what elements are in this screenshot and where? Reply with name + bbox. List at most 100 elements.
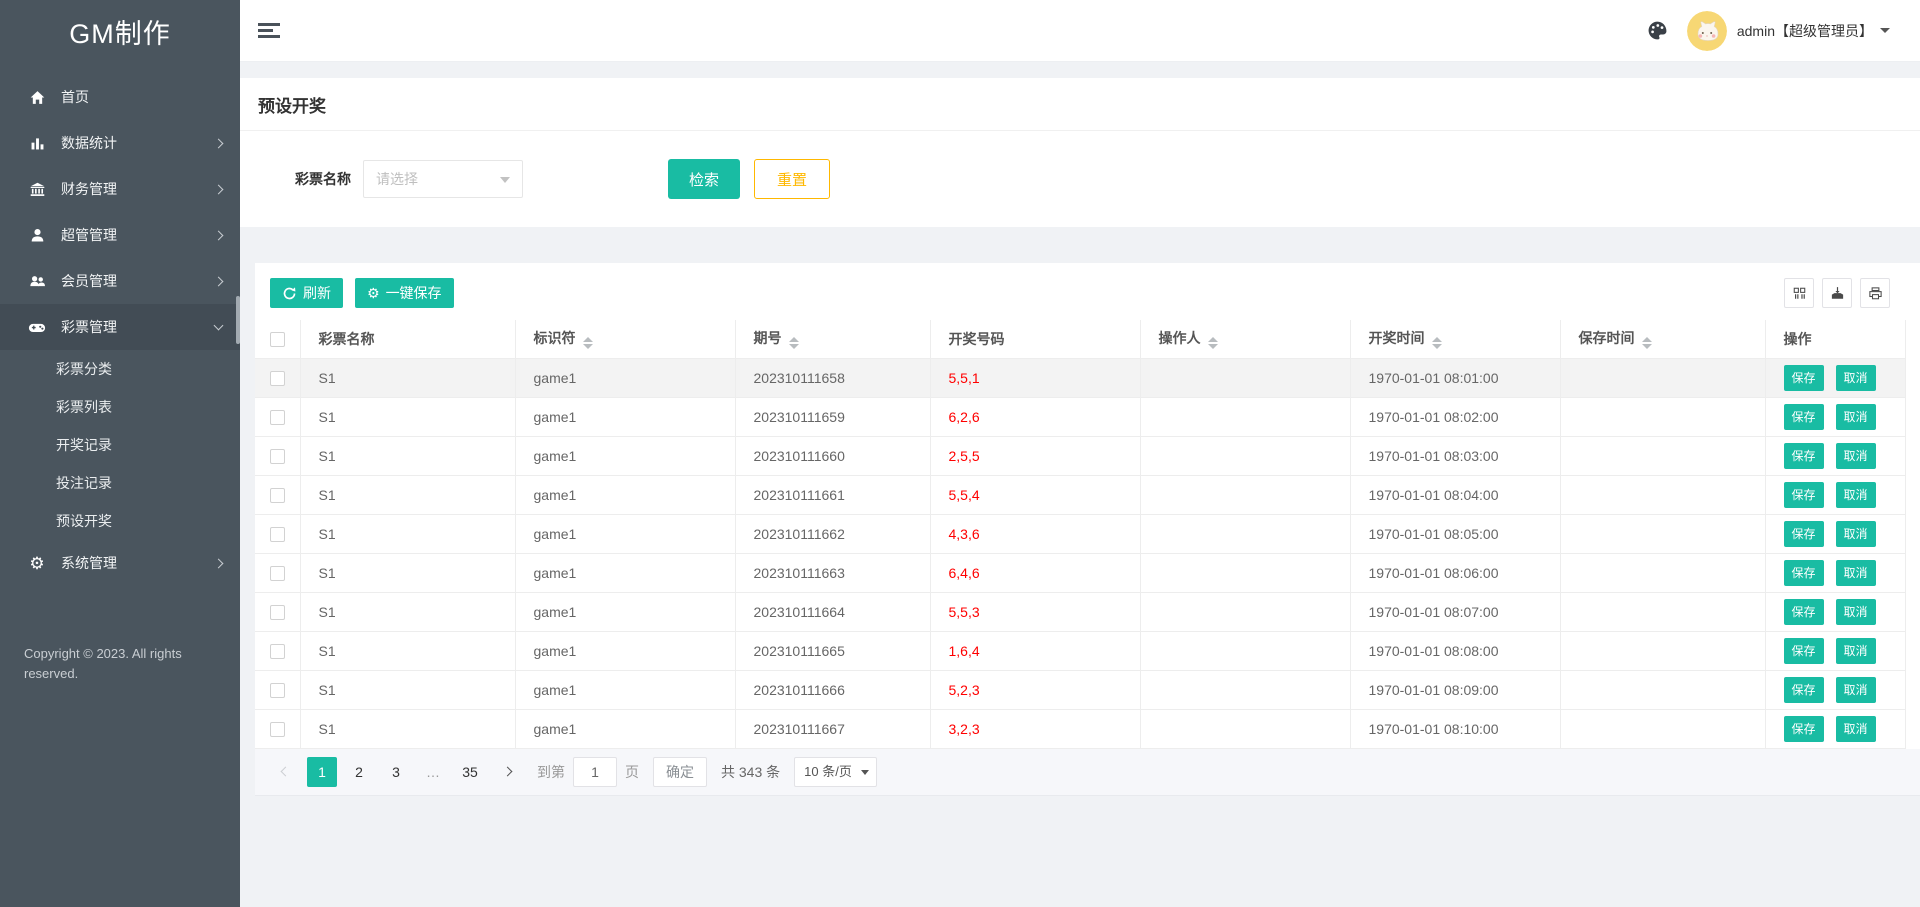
row-cancel-button[interactable]: 取消: [1835, 559, 1876, 586]
filter-columns-button[interactable]: [1784, 278, 1814, 308]
sort-icon[interactable]: [582, 337, 593, 350]
row-checkbox[interactable]: [269, 526, 285, 542]
sidebar-item-finance[interactable]: 财务管理: [0, 166, 240, 212]
search-button[interactable]: 检索: [668, 159, 740, 199]
row-checkbox[interactable]: [269, 682, 285, 698]
reset-button[interactable]: 重置: [754, 159, 830, 199]
row-cancel-button[interactable]: 取消: [1835, 442, 1876, 469]
row-cancel-button[interactable]: 取消: [1835, 676, 1876, 703]
jump-suffix-label: 页: [625, 763, 639, 780]
row-cancel-button[interactable]: 取消: [1835, 598, 1876, 625]
menu-toggle-icon[interactable]: [258, 20, 280, 42]
jump-page-input[interactable]: [573, 756, 617, 787]
row-cancel-button[interactable]: 取消: [1835, 637, 1876, 664]
cell-operator: [1140, 709, 1351, 749]
row-save-button[interactable]: 保存: [1783, 715, 1824, 742]
sidebar-item-superadmin[interactable]: 超管管理: [0, 212, 240, 258]
sidebar-item-lottery[interactable]: 彩票管理: [0, 304, 240, 350]
page-button[interactable]: 2: [344, 757, 374, 787]
row-save-button[interactable]: 保存: [1783, 598, 1824, 625]
cell-draw-time: 1970-01-01 08:06:00: [1350, 553, 1561, 593]
sidebar-subitem-lottery-category[interactable]: 彩票分类: [0, 350, 240, 388]
cell-identifier: game1: [515, 397, 736, 437]
row-cancel-button[interactable]: 取消: [1835, 520, 1876, 547]
row-checkbox[interactable]: [269, 487, 285, 503]
row-checkbox[interactable]: [269, 643, 285, 659]
row-save-button[interactable]: 保存: [1783, 676, 1824, 703]
col-header-issue[interactable]: 期号: [735, 320, 931, 359]
row-checkbox[interactable]: [269, 448, 285, 464]
sidebar-nav: 首页 数据统计 财务管理 超管管理 会员管理 彩票管理 彩票分类 彩票列表 开奖…: [0, 74, 240, 586]
col-header-identifier[interactable]: 标识符: [515, 320, 736, 359]
row-checkbox[interactable]: [269, 370, 285, 386]
sidebar-scrollbar[interactable]: [236, 296, 240, 344]
cell-issue: 202310111661: [735, 475, 931, 515]
cell-lottery-name: S1: [300, 358, 516, 398]
sidebar-subitem-bet-records[interactable]: 投注记录: [0, 464, 240, 502]
cell-save-time: [1560, 358, 1766, 398]
table-card: 刷新 ⚙ 一键保存 彩票名称 标识符 期号 开奖号码 操作人 开奖时间 保存时间…: [255, 263, 1920, 796]
row-save-button[interactable]: 保存: [1783, 442, 1824, 469]
next-page-button[interactable]: [492, 757, 522, 787]
col-header-lottery-name[interactable]: 彩票名称: [300, 320, 516, 359]
page-button[interactable]: 35: [455, 757, 485, 787]
cell-issue: 202310111667: [735, 709, 931, 749]
sort-icon[interactable]: [1431, 337, 1442, 350]
cell-identifier: game1: [515, 514, 736, 554]
cell-draw-numbers: 5,2,3: [930, 670, 1141, 710]
sidebar-subitem-preset-draw[interactable]: 预设开奖: [0, 502, 240, 540]
row-cancel-button[interactable]: 取消: [1835, 481, 1876, 508]
sidebar-subitem-draw-records[interactable]: 开奖记录: [0, 426, 240, 464]
col-header-draw-time[interactable]: 开奖时间: [1350, 320, 1561, 359]
sidebar-item-members[interactable]: 会员管理: [0, 258, 240, 304]
row-checkbox[interactable]: [269, 604, 285, 620]
row-save-button[interactable]: 保存: [1783, 520, 1824, 547]
row-cancel-button[interactable]: 取消: [1835, 364, 1876, 391]
user-avatar[interactable]: [1686, 10, 1727, 51]
row-checkbox[interactable]: [269, 721, 285, 737]
row-cancel-button[interactable]: 取消: [1835, 715, 1876, 742]
theme-palette-icon[interactable]: [1647, 20, 1669, 42]
row-save-button[interactable]: 保存: [1783, 559, 1824, 586]
sort-icon[interactable]: [788, 337, 799, 350]
page-size-select[interactable]: 10 条/页: [794, 756, 878, 787]
row-checkbox[interactable]: [269, 565, 285, 581]
sidebar-item-system[interactable]: ⚙ 系统管理: [0, 540, 240, 586]
row-checkbox[interactable]: [269, 409, 285, 425]
col-header-operator[interactable]: 操作人: [1140, 320, 1351, 359]
cell-save-time: [1560, 436, 1766, 476]
table-header-row: 彩票名称 标识符 期号 开奖号码 操作人 开奖时间 保存时间 操作: [255, 320, 1906, 359]
cell-identifier: game1: [515, 670, 736, 710]
cell-identifier: game1: [515, 631, 736, 671]
row-save-button[interactable]: 保存: [1783, 403, 1824, 430]
row-save-button[interactable]: 保存: [1783, 481, 1824, 508]
sidebar-item-label: 会员管理: [61, 273, 117, 289]
sort-icon[interactable]: [1641, 337, 1652, 350]
select-all-checkbox[interactable]: [269, 332, 285, 348]
col-header-actions: 操作: [1765, 320, 1906, 359]
cell-issue: 202310111662: [735, 514, 931, 554]
sidebar-subitem-lottery-list[interactable]: 彩票列表: [0, 388, 240, 426]
sidebar-item-home[interactable]: 首页: [0, 74, 240, 120]
prev-page-button[interactable]: [270, 757, 300, 787]
refresh-button[interactable]: 刷新: [270, 278, 343, 308]
sidebar-item-statistics[interactable]: 数据统计: [0, 120, 240, 166]
user-menu[interactable]: admin【超级管理员】: [1737, 21, 1873, 41]
jump-confirm-button[interactable]: 确定: [653, 756, 707, 787]
sort-icon[interactable]: [1207, 337, 1218, 350]
col-header-save-time[interactable]: 保存时间: [1560, 320, 1766, 359]
row-save-button[interactable]: 保存: [1783, 637, 1824, 664]
page-button[interactable]: 3: [381, 757, 411, 787]
user-icon: [28, 226, 46, 244]
cell-issue: 202310111664: [735, 592, 931, 632]
cell-draw-time: 1970-01-01 08:07:00: [1350, 592, 1561, 632]
row-save-button[interactable]: 保存: [1783, 364, 1824, 391]
print-button[interactable]: [1860, 278, 1890, 308]
page-button[interactable]: 1: [307, 756, 337, 787]
sidebar-item-label: 数据统计: [61, 135, 117, 151]
save-all-button[interactable]: ⚙ 一键保存: [355, 278, 454, 308]
lottery-name-select[interactable]: 请选择: [363, 160, 523, 198]
cell-draw-numbers: 4,3,6: [930, 514, 1141, 554]
export-button[interactable]: [1822, 278, 1852, 308]
row-cancel-button[interactable]: 取消: [1835, 403, 1876, 430]
